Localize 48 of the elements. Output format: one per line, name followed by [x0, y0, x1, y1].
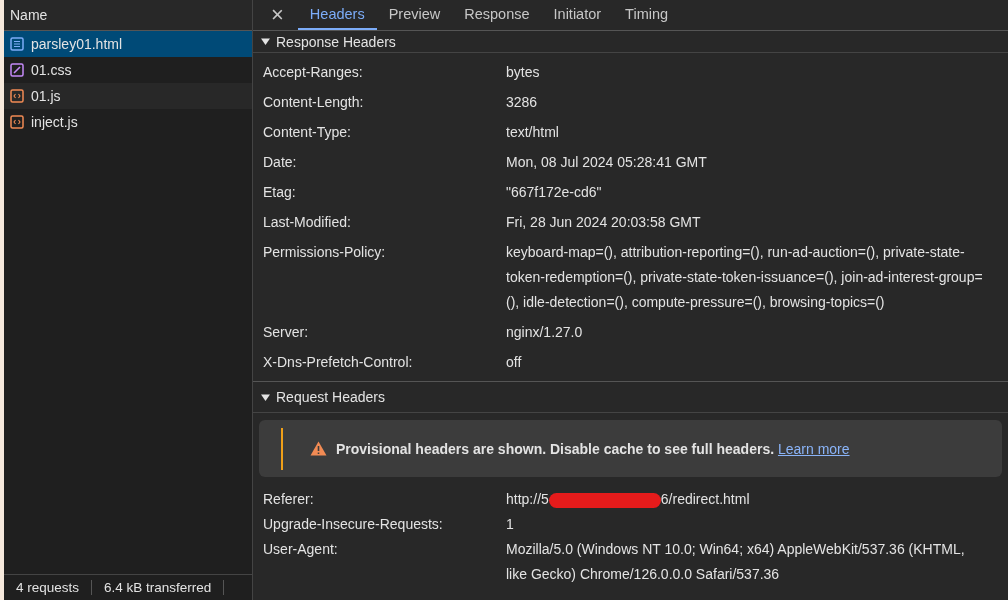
section-header[interactable]: Request Headers — [253, 381, 1008, 413]
tab[interactable]: Preview — [376, 0, 453, 30]
header-value: http://5 6/redirect.html — [506, 490, 751, 510]
expanded-triangle-icon — [261, 392, 270, 402]
column-header[interactable]: Name — [4, 0, 252, 31]
header-value: off — [506, 352, 523, 372]
header-value: Fri, 28 Jun 2024 20:03:58 GMT — [506, 212, 702, 232]
header-value: nginx/1.27.0 — [506, 322, 584, 342]
header-name: Permissions-Policy: — [263, 242, 387, 262]
header-name: X-Dns-Prefetch-Control: — [263, 352, 414, 372]
header-value: bytes — [506, 62, 541, 82]
header-value: text/html — [506, 122, 560, 142]
expanded-triangle-icon — [261, 37, 270, 46]
header-name: User-Agent: — [263, 540, 339, 559]
header-value: "667f172e-cd6" — [506, 182, 603, 202]
warning-text: Provisional headers are shown. Disable cache to see full headers. Learn more — [336, 440, 850, 457]
header-value: 1 — [506, 515, 515, 534]
header-value: Mon, 08 Jul 2024 05:28:41 GMT — [506, 152, 708, 172]
header-name: Content-Type: — [263, 122, 352, 142]
request-row[interactable]: parsley01.html — [4, 31, 252, 57]
request-row[interactable]: 01.js — [4, 83, 252, 109]
tab[interactable]: Timing — [613, 0, 681, 30]
header-name: Referer: — [263, 490, 315, 509]
header-value: 3286 — [506, 92, 539, 112]
status-text: 6.4 kB transferred — [92, 580, 225, 595]
tab[interactable]: Initiator — [541, 0, 614, 30]
pen-icon — [10, 63, 24, 77]
header-name: Date: — [263, 152, 298, 172]
close-button[interactable]: × — [265, 0, 290, 30]
file-name: 01.css — [31, 62, 72, 78]
header-name: Upgrade-Insecure-Requests: — [263, 515, 444, 534]
document-icon — [10, 37, 24, 51]
learn-more-link[interactable]: Learn more — [777, 440, 850, 457]
file-name: parsley01.html — [31, 36, 123, 52]
file-name: 01.js — [31, 88, 61, 104]
tab[interactable]: Response — [452, 0, 542, 30]
code-icon — [10, 89, 24, 103]
header-name: Content-Length: — [263, 92, 365, 112]
header-name: Etag: — [263, 182, 297, 202]
file-name: inject.js — [31, 114, 78, 130]
header-value: Mozilla/5.0 (Windows NT 10.0; Win64; x64) AppleWebKit/537.36 (KHTML, like Gecko) Chrome/126.0.0.0 Safari/537.36 — [506, 540, 966, 584]
code-icon — [10, 115, 24, 129]
header-name: Last-Modified: — [263, 212, 352, 232]
status-text: 4 requests — [4, 580, 93, 595]
header-name: Accept-Ranges: — [263, 62, 364, 82]
header-value: keyboard-map=(), attribution-reporting=(), run-ad-auction=(), private-state-token-redemption=(), private-state-token-issuance=(), join-ad-interest-group=(), idle-detection=(), compute-pressure=(), browsing-topics=() — [506, 242, 984, 312]
warning-icon — [310, 441, 327, 456]
header-name: Server: — [263, 322, 310, 342]
